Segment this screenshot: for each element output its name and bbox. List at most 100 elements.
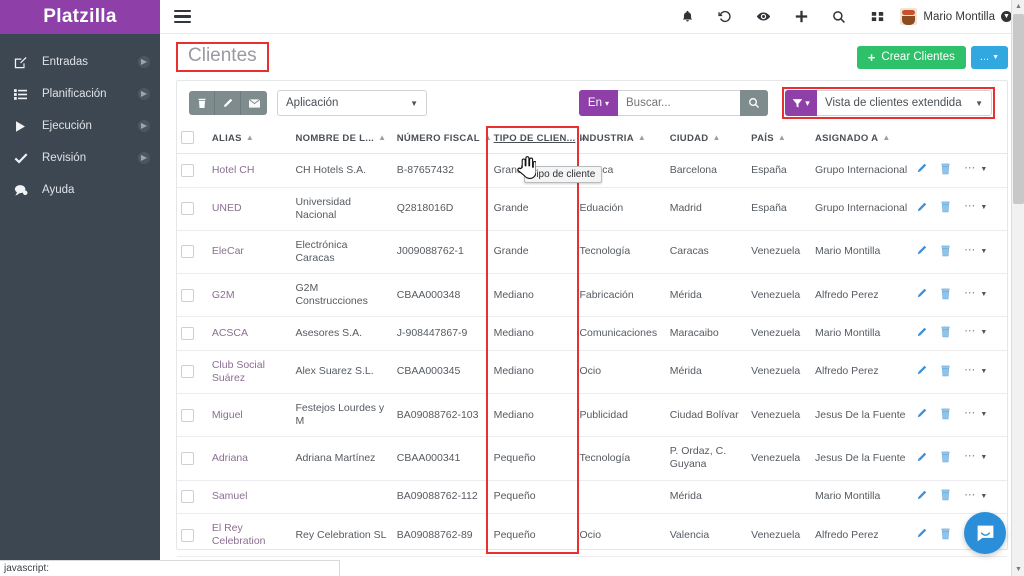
sidebar-item-ayuda[interactable]: Ayuda	[0, 174, 160, 206]
sidebar-item-revision[interactable]: Revisión ▶	[0, 142, 160, 174]
cell-nombre: G2M Construcciones	[291, 273, 393, 318]
row-edit-icon[interactable]	[916, 327, 927, 338]
table-row[interactable]: EleCar Electrónica Caracas J009088762-1 Gra…	[177, 230, 1007, 275]
alias-link[interactable]: Adriana	[212, 452, 248, 464]
cell-alias: Club Social Suárez	[207, 350, 292, 395]
row-delete-icon[interactable]	[940, 288, 951, 300]
row-delete-icon[interactable]	[940, 489, 951, 501]
row-edit-icon[interactable]	[916, 365, 927, 376]
row-edit-icon[interactable]	[916, 288, 927, 299]
row-delete-icon[interactable]	[940, 365, 951, 377]
intercom-chat-button[interactable]	[964, 512, 1006, 554]
sidebar-item-planificacion[interactable]: Planificación ▶	[0, 78, 160, 110]
history-icon[interactable]	[706, 0, 744, 34]
column-header-tipo-de-cliente[interactable]: TIPO DE CLIEN... ▲	[489, 125, 587, 154]
column-header-ciudad[interactable]: CIUDAD ▲	[665, 125, 748, 154]
funnel-icon[interactable]: ▾	[785, 90, 817, 116]
language-button[interactable]: En ▾	[578, 90, 618, 116]
row-edit-icon[interactable]	[916, 452, 927, 463]
row-checkbox[interactable]	[181, 202, 194, 216]
grid-icon[interactable]	[858, 0, 896, 34]
row-delete-icon[interactable]	[940, 245, 951, 257]
row-checkbox[interactable]	[181, 408, 194, 422]
row-checkbox[interactable]	[181, 528, 194, 542]
row-more-icon[interactable]: ⋯ ▼	[964, 244, 988, 258]
row-edit-icon[interactable]	[916, 490, 927, 501]
sidebar-item-entradas[interactable]: Entradas ▶	[0, 46, 160, 78]
search-icon[interactable]	[820, 0, 858, 34]
row-checkbox[interactable]	[181, 490, 194, 504]
scroll-down-icon[interactable]: ▼	[1012, 563, 1024, 576]
column-header-alias[interactable]: ALIAS ▲	[207, 125, 292, 154]
row-checkbox[interactable]	[181, 163, 194, 177]
table-row[interactable]: Club Social Suárez Alex Suarez S.L. CBAA00…	[177, 350, 1007, 395]
alias-link[interactable]: Hotel CH	[212, 164, 255, 176]
browser-scrollbar[interactable]: ▲ ▼	[1011, 0, 1024, 576]
search-input[interactable]	[618, 90, 740, 116]
pencil-icon[interactable]	[215, 91, 241, 115]
row-more-icon[interactable]: ⋯ ▼	[964, 287, 988, 301]
alias-link[interactable]: EleCar	[212, 245, 244, 257]
table-row[interactable]: UNED Universidad Nacional Q2818016D Grande E…	[177, 187, 1007, 231]
alias-link[interactable]: G2M	[212, 289, 235, 301]
row-more-icon[interactable]: ⋯ ▼	[964, 407, 988, 421]
table-row[interactable]: Adriana Adriana Martínez CBAA000341 Pequeño…	[177, 436, 1007, 481]
row-edit-icon[interactable]	[916, 408, 927, 419]
column-header-nombre[interactable]: NOMBRE DE L... ▲	[291, 125, 393, 154]
alias-link[interactable]: Samuel	[212, 490, 248, 502]
row-checkbox[interactable]	[181, 451, 194, 465]
row-delete-icon[interactable]	[940, 451, 951, 463]
row-edit-icon[interactable]	[916, 163, 927, 174]
envelope-icon[interactable]	[241, 91, 267, 115]
alias-link[interactable]: UNED	[212, 202, 242, 214]
row-more-icon[interactable]: ⋯ ▼	[964, 200, 988, 214]
alias-link[interactable]: El Rey Celebration	[212, 522, 266, 547]
select-all-checkbox[interactable]	[181, 131, 194, 144]
row-more-icon[interactable]: ⋯ ▼	[964, 489, 988, 503]
hamburger-icon[interactable]	[160, 9, 204, 24]
bell-icon[interactable]	[668, 0, 706, 34]
table-row[interactable]: G2M G2M Construcciones CBAA000348 Mediano Fa…	[177, 273, 1007, 318]
alias-link[interactable]: ACSCA	[212, 327, 248, 339]
column-header-pais[interactable]: PAÍS ▲	[747, 125, 811, 154]
cell-actions: ⋯ ▼	[912, 436, 1007, 481]
row-checkbox[interactable]	[181, 365, 194, 379]
plus-icon[interactable]	[782, 0, 820, 34]
row-delete-icon[interactable]	[940, 201, 951, 213]
create-more-button[interactable]: ... ▼	[970, 45, 1008, 69]
scroll-up-icon[interactable]: ▲	[1012, 0, 1024, 13]
row-delete-icon[interactable]	[940, 163, 951, 175]
table-row[interactable]: Samuel BA09088762-112 Pequeño Mérida Mario M…	[177, 480, 1007, 514]
application-select[interactable]: Aplicación ▼	[277, 90, 427, 116]
row-more-icon[interactable]: ⋯ ▼	[964, 364, 988, 378]
sidebar-item-ejecucion[interactable]: Ejecución ▶	[0, 110, 160, 142]
row-delete-icon[interactable]	[940, 528, 951, 540]
trash-icon[interactable]	[189, 91, 215, 115]
view-select[interactable]: Vista de clientes extendida ▼	[817, 90, 992, 116]
row-checkbox[interactable]	[181, 245, 194, 259]
scrollbar-thumb[interactable]	[1013, 14, 1024, 204]
row-more-icon[interactable]: ⋯ ▼	[964, 325, 988, 339]
table-row[interactable]: Miguel Festejos Lourdes y M BA09088762-103…	[177, 393, 1007, 438]
eye-icon[interactable]	[744, 0, 782, 34]
row-edit-icon[interactable]	[916, 202, 927, 213]
column-header-asignado-a[interactable]: ASIGNADO A ▲	[811, 125, 913, 154]
row-more-icon[interactable]: ⋯ ▼	[964, 162, 988, 176]
alias-link[interactable]: Miguel	[212, 409, 243, 421]
row-delete-icon[interactable]	[940, 326, 951, 338]
search-button[interactable]	[740, 90, 768, 116]
table-row[interactable]: El Rey Celebration Rey Celebration SL BA09…	[177, 513, 1007, 558]
column-header-numero-fiscal[interactable]: NÚMERO FISCAL ▲	[392, 125, 492, 154]
user-menu[interactable]: Mario Montilla ▼	[896, 8, 1024, 25]
create-clients-button[interactable]: + Crear Clientes	[856, 45, 966, 69]
row-checkbox[interactable]	[181, 288, 194, 302]
row-edit-icon[interactable]	[916, 245, 927, 256]
row-checkbox[interactable]	[181, 327, 194, 340]
row-more-icon[interactable]: ⋯ ▼	[964, 450, 988, 464]
alias-link[interactable]: Club Social Suárez	[212, 359, 265, 384]
row-edit-icon[interactable]	[916, 528, 927, 539]
row-delete-icon[interactable]	[940, 408, 951, 420]
table-row[interactable]: ACSCA Asesores S.A. J-908447867-9 Mediano Co…	[177, 316, 1007, 351]
column-header-industria[interactable]: INDUSTRIA ▲	[575, 125, 666, 154]
column-label: TIPO DE CLIEN...	[493, 133, 576, 144]
